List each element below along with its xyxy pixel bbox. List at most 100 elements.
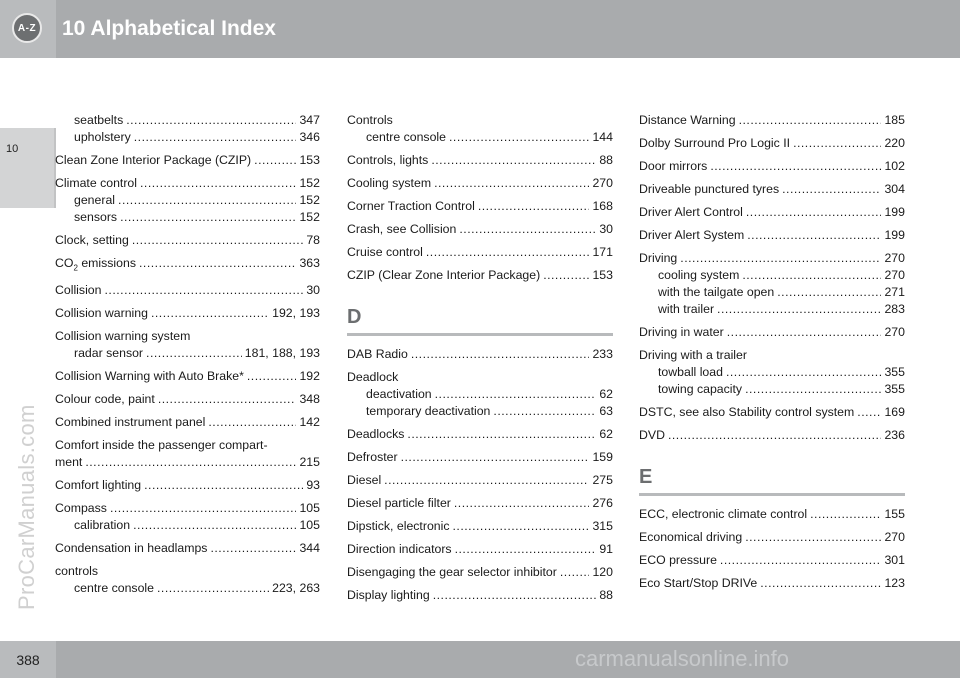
index-term-line: Defroster 159 — [347, 449, 613, 466]
page-reference: 270 — [592, 176, 613, 190]
index-term: Combined instrument panel — [55, 414, 205, 431]
dot-leader — [435, 386, 597, 400]
page-reference: 223, 263 — [272, 581, 320, 596]
index-term: Corner Traction Control — [347, 198, 475, 215]
index-term-line: Collision warning system — [55, 328, 320, 345]
dot-leader — [407, 426, 596, 440]
index-term-text: upholstery — [74, 130, 131, 144]
index-term-text: Direction indicators — [347, 542, 452, 556]
index-term-text: ECC, electronic climate control — [639, 507, 808, 521]
page-reference: 159 — [592, 450, 613, 464]
page-reference: 152 — [299, 193, 320, 207]
dot-leader — [726, 364, 882, 378]
index-term-text: Distance Warning — [639, 113, 736, 127]
dot-leader — [793, 135, 881, 149]
index-term-text: Deadlock — [347, 370, 399, 384]
page-reference: 270 — [884, 268, 905, 282]
dot-leader — [747, 227, 881, 241]
index-term: calibration — [74, 517, 130, 534]
index-entry: Direction indicators 91 — [347, 541, 613, 558]
index-term-line: Driving with a trailer — [639, 347, 905, 364]
index-term-text: Disengaging the gear selector inhibitor — [347, 565, 557, 579]
dot-leader — [431, 152, 596, 166]
index-subentry: with the tailgate open 271 — [639, 284, 905, 301]
index-entry: Disengaging the gear selector inhibitor 1… — [347, 564, 613, 581]
index-term-text: DAB Radio — [347, 347, 408, 361]
index-entry: controls centre console 223, 263 — [55, 563, 320, 597]
index-term-line: Display lighting 88 — [347, 587, 613, 604]
index-entry: Display lighting 88 — [347, 587, 613, 604]
letter-section: D — [347, 306, 613, 336]
index-term-text: Door mirrors — [639, 159, 708, 173]
dot-leader — [134, 129, 297, 143]
index-term-text: Controls — [347, 113, 393, 127]
index-entry: CZIP (Clear Zone Interior Package) 153 — [347, 267, 613, 284]
index-term: Driving in water — [639, 324, 724, 341]
index-term: Door mirrors — [639, 158, 707, 175]
index-entry: Collision warning 192, 193 — [55, 305, 320, 322]
index-entry: Dipstick, electronic 315 — [347, 518, 613, 535]
page-reference: 304 — [884, 182, 905, 196]
index-entry: Clean Zone Interior Package (CZIP) 153 — [55, 152, 320, 169]
page-reference: 344 — [299, 541, 320, 556]
index-term: Driver Alert Control — [639, 204, 743, 221]
index-term: Clean Zone Interior Package (CZIP) — [55, 152, 251, 169]
index-term: Diesel — [347, 472, 381, 489]
index-term-text: ECO pressure — [639, 553, 717, 567]
index-term: towing capacity — [658, 381, 742, 398]
index-term-line: Controls — [347, 112, 613, 129]
page-reference: 153 — [592, 268, 613, 282]
page-reference: 276 — [592, 496, 613, 510]
page-reference: 275 — [592, 473, 613, 487]
page-reference: 271 — [884, 285, 905, 299]
page-reference: 347 — [299, 113, 320, 127]
index-term-text: deactivation — [366, 387, 432, 401]
page-reference: 88 — [599, 588, 613, 602]
index-term: radar sensor — [74, 345, 143, 362]
index-term: Diesel particle filter — [347, 495, 451, 512]
dot-leader — [668, 427, 882, 441]
index-entry: ECO pressure 301 — [639, 552, 905, 569]
dot-leader — [118, 192, 296, 206]
index-term: Controls — [347, 112, 393, 129]
index-term-text: Economical driving — [639, 530, 743, 544]
dot-leader — [247, 368, 297, 382]
dot-leader — [742, 267, 881, 281]
index-term-line: Condensation in headlamps 344 — [55, 540, 320, 557]
index-term-line: Comfort inside the passenger compart- — [55, 437, 320, 454]
index-term-text: centre console — [366, 130, 446, 144]
index-entry: Diesel particle filter 276 — [347, 495, 613, 512]
page-reference: 105 — [299, 518, 320, 533]
index-term-line: Collision Warning with Auto Brake* 192 — [55, 368, 320, 385]
dot-leader — [426, 244, 590, 258]
index-term: Driving — [639, 250, 677, 267]
index-term-text: Comfort inside the passenger compart- — [55, 438, 268, 453]
index-term-line: Driving in water 270 — [639, 324, 905, 341]
index-term: CZIP (Clear Zone Interior Package) — [347, 267, 540, 284]
index-term: Comfort lighting — [55, 477, 141, 494]
index-term-line: Diesel 275 — [347, 472, 613, 489]
index-term: cooling system — [658, 267, 739, 284]
index-subentry: radar sensor 181, 188, 193 — [55, 345, 320, 362]
page-title: 10 Alphabetical Index — [62, 17, 276, 40]
index-term-text: Driving in water — [639, 325, 724, 339]
index-term-text: Driving — [639, 251, 678, 265]
index-subentry: upholstery 346 — [55, 129, 320, 146]
index-entry: Dolby Surround Pro Logic II 220 — [639, 135, 905, 152]
index-column-3: Distance Warning 185 Dolby Surround Pro Lo… — [639, 112, 905, 598]
index-term: Compass — [55, 500, 107, 517]
page-number: 388 — [0, 641, 56, 678]
index-term-text: temporary deactivation — [366, 404, 491, 418]
page-reference: 236 — [884, 428, 905, 442]
index-entry: Deadlock deactivation 62 temporary deactiva… — [347, 369, 613, 420]
index-entry: Eco Start/Stop DRIVe 123 — [639, 575, 905, 592]
index-term-text: towing capacity — [658, 382, 743, 396]
index-term: centre console — [366, 129, 446, 146]
index-term-line: Eco Start/Stop DRIVe 123 — [639, 575, 905, 592]
index-entry: Condensation in headlamps 344 — [55, 540, 320, 557]
dot-leader — [454, 495, 590, 509]
index-term: Climate control — [55, 175, 137, 192]
index-entry: seatbelts 347 upholstery 346 — [55, 112, 320, 146]
index-term: Clock, setting — [55, 232, 129, 249]
dot-leader — [104, 282, 303, 296]
